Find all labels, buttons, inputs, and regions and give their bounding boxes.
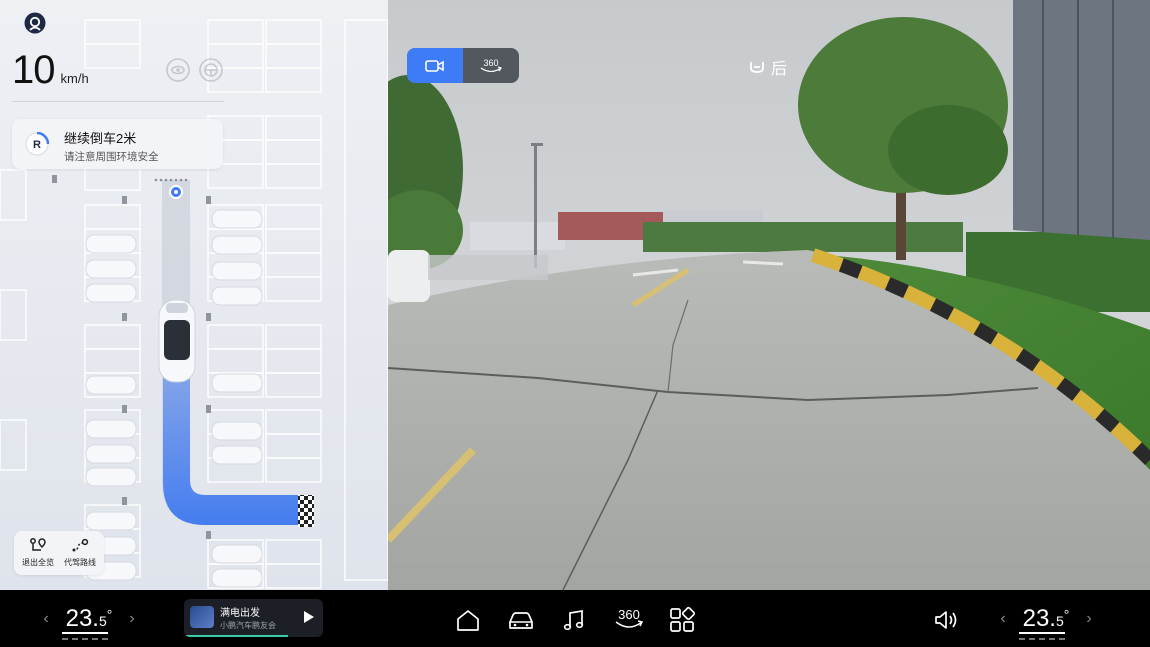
camera-view-toggle: 360 [407,48,519,83]
single-camera-tab[interactable] [407,48,463,83]
exit-overview-label: 退出全览 [22,558,54,567]
dock-360-label: 360 [618,607,640,622]
passenger-temp-increase-icon[interactable]: › [1079,610,1099,628]
home-icon [457,610,479,631]
rear-camera-icon [750,62,764,73]
album-art [190,606,214,628]
media-player-card[interactable]: 满电出发 小鹏汽车鹏友会 [184,599,323,637]
volume-icon [935,611,957,629]
map-controls: 退出全览 代驾路线 [14,531,104,575]
driver-temp-decimal: 5 [98,612,107,629]
rear-camera-view: 360 后 [388,0,1150,590]
divider [12,101,224,102]
route-overview-icon [30,538,46,551]
media-subtitle: 小鹏汽车鹏友会 [220,621,276,630]
exit-overview-button[interactable]: 退出全览 [16,537,60,568]
media-title: 满电出发 [220,608,260,619]
media-progress [184,635,289,637]
surround-view-button[interactable]: 360 [612,606,646,634]
reverse-gear-icon: R [25,132,49,156]
driver-temperature-control: ‹ 23.5° › [36,590,142,647]
play-icon[interactable] [301,610,315,624]
apps-button[interactable] [668,606,696,634]
driving-route-label: 代驾路线 [64,558,96,567]
surround-label: 360 [483,58,498,68]
driver-temp-decrease-icon[interactable]: ‹ [36,610,56,628]
passenger-temp-whole: 23. [1022,604,1056,632]
driver-temp-whole: 23. [65,604,99,632]
temp-underline [62,631,108,636]
surround-view-tab[interactable]: 360 [463,48,519,83]
surround-view-360-icon: 360 [480,58,503,72]
view-direction-text: 后 [771,61,788,78]
vehicle-button[interactable] [506,606,534,634]
user-avatar-icon[interactable] [24,12,46,34]
surround-view-360-icon: 360 [615,607,644,628]
home-button[interactable] [454,606,482,634]
temp-underline-dashed [1019,637,1065,640]
camera-direction-label: 后 [749,55,787,79]
temp-underline [1019,631,1065,636]
passenger-temp-decrease-icon[interactable]: ‹ [993,610,1013,628]
driver-temp-degree: ° [106,606,113,623]
route-path-icon [72,538,89,552]
driver-monitor-icon [166,58,190,82]
parking-guidance-card: R 继续倒车2米 请注意周围环境安全 [12,119,223,169]
speed-value: 10 [12,48,55,92]
gear-letter: R [33,139,41,151]
passenger-temp-degree: ° [1063,606,1070,623]
passenger-temp-decimal: 5 [1055,612,1064,629]
passenger-temperature-control: ‹ 23.5° › [993,590,1099,647]
video-camera-icon [425,59,444,72]
passenger-temp-value[interactable]: 23.5° [1013,604,1079,640]
driver-temp-increase-icon[interactable]: › [122,610,142,628]
speed-readout: 10 km/h [12,48,89,93]
music-button[interactable] [560,606,588,634]
apps-icon [670,606,696,632]
temp-underline-dashed [62,637,108,640]
music-icon [563,609,584,631]
speed-unit: km/h [60,71,89,86]
guidance-title: 继续倒车2米 [64,131,137,146]
bottom-dock: ‹ 23.5° › 满电出发 小鹏汽车鹏友会 360 ‹ 23.5° › [0,590,1150,647]
car-icon [509,612,533,629]
steering-assist-icon [199,58,223,82]
driving-route-button[interactable]: 代驾路线 [58,537,102,568]
driver-temp-value[interactable]: 23.5° [56,604,122,640]
camera-feed-image [388,0,1150,590]
parking-map-panel: 10 km/h R 继续倒车2米 请注意周围环境安全 退出全览 代驾路线 [0,0,388,590]
ego-car-icon [158,299,196,383]
guidance-subtitle: 请注意周围环境安全 [64,151,159,163]
volume-button[interactable] [932,606,960,634]
